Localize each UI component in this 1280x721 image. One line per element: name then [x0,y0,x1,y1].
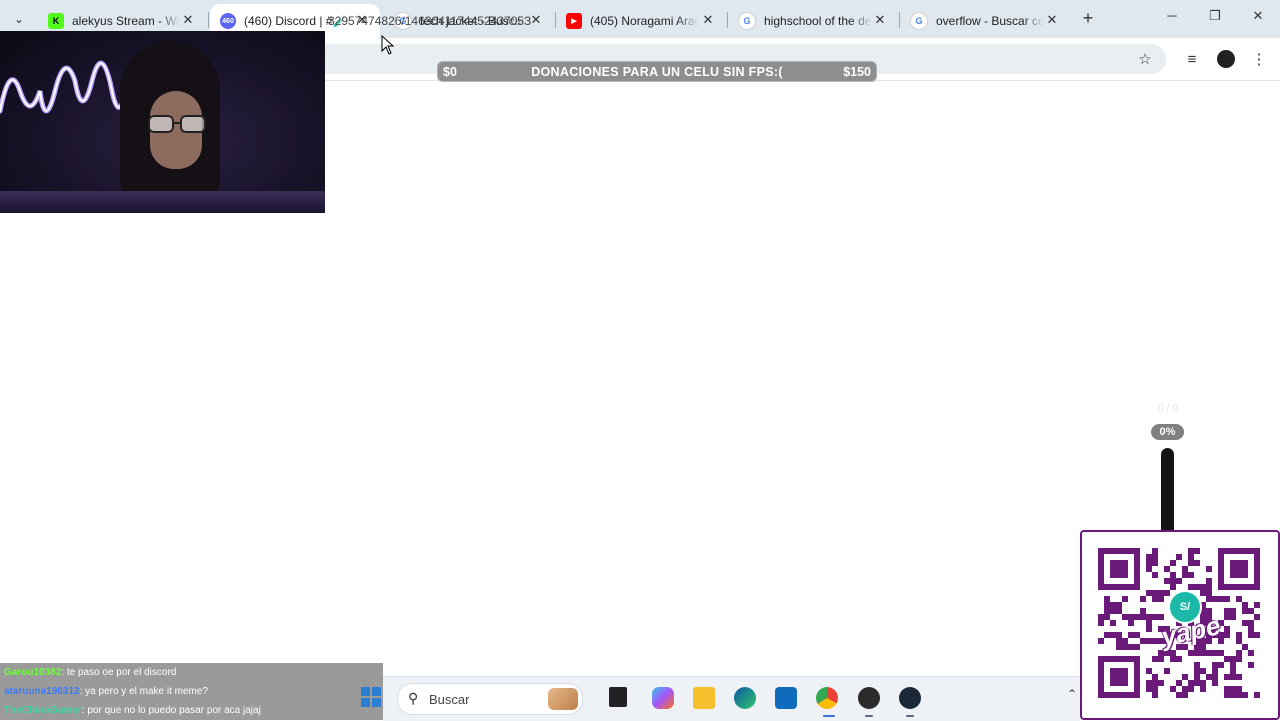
chat-username: TheChinoGamer [4,705,82,716]
search-placeholder: Buscar [429,692,470,707]
chrome-icon[interactable] [816,687,838,709]
tab-google-overflow[interactable]: G overflow - Buscar con ✕ [900,4,1070,38]
chat-username: Garou10382 [4,667,62,678]
chrome-running-indicator [823,715,835,717]
url-text[interactable]: 32957474826/146304117445243705З [328,14,531,28]
donation-label: DONACIONES PARA UN CELU SIN FPS:( [531,65,783,79]
task-view-icon[interactable] [609,687,627,707]
tab-title: (405) Noragami Arag [590,14,698,28]
goal-counter: 0 / 0 [1158,403,1178,414]
donation-goal-bar: $0 DONACIONES PARA UN CELU SIN FPS:( $15… [437,61,877,82]
tab-close-icon[interactable]: ✕ [180,12,196,28]
chat-message: ataruuna190312: ya pero y el make it mem… [0,682,383,701]
tab-title: highschool of the de [764,14,872,28]
google-icon: G [910,12,928,30]
bookmark-star-icon[interactable]: ☆ [1136,50,1154,68]
search-highlight-image [548,688,578,710]
chat-text: : por que no lo puedo pasar por aca jaja… [81,705,261,716]
steam-icon[interactable] [899,687,921,709]
tab-youtube-noragami[interactable]: ▶ (405) Noragami Arag ✕ [556,4,726,38]
yape-qr-card: S/ yape [1080,530,1280,720]
discord-icon: 460 [220,13,236,29]
tab-title: overflow - Buscar con [936,14,1044,28]
chat-overlay: Garou10382: te paso oe por el discord at… [0,663,383,720]
donation-max: $150 [843,65,871,79]
tab-close-icon[interactable]: ✕ [700,12,716,28]
windows-start-icon[interactable] [360,686,382,708]
google-icon: G [738,12,756,30]
chat-text: : ya pero y el make it meme? [79,686,208,697]
youtube-icon: ▶ [566,13,582,29]
file-explorer-icon[interactable] [693,687,715,709]
minimize-button[interactable]: ─ [1160,8,1184,28]
webcam-desk [0,191,325,213]
glasses-graphic [148,115,206,133]
tab-divider [208,12,209,28]
tab-close-icon[interactable]: ✕ [872,12,888,28]
search-icon: ⚲ [408,690,419,706]
media-controls-icon[interactable]: ≡ [1183,50,1201,68]
profile-avatar[interactable] [1217,50,1235,68]
kick-icon: K [48,13,64,29]
webcam-overlay [0,31,325,213]
outlook-icon[interactable] [775,687,797,709]
new-tab-button[interactable]: + [1079,9,1097,27]
goal-percent-badge: 0% [1151,424,1184,440]
copilot-icon[interactable] [652,687,674,709]
neon-sign-graphic [0,60,128,114]
tray-chevron-icon[interactable]: ⌃ [1067,687,1077,701]
chat-message: Garou10382: te paso oe por el discord [0,663,383,682]
tab-google-highschool[interactable]: G highschool of the de ✕ [728,4,898,38]
mouse-cursor-icon [381,35,395,55]
tab-search-button[interactable]: ⌄ [8,8,30,30]
browser-menu-icon[interactable]: ⋮ [1250,50,1268,68]
restore-button[interactable]: ❐ [1203,8,1227,28]
taskbar: ⚲ Buscar ⌃ [383,676,1080,721]
chat-text: : te paso oe por el discord [61,667,177,678]
obs-icon[interactable] [858,687,880,709]
chat-username: ataruuna190312 [4,686,80,697]
chat-message: TheChinoGamer: por que no lo puedo pasar… [0,701,383,720]
steam-running-indicator [906,715,914,717]
obs-running-indicator [865,715,873,717]
tab-title: alekyus Stream - Wat [72,14,180,28]
edge-icon[interactable] [734,687,756,709]
window-close-button[interactable]: ✕ [1246,8,1270,28]
goal-progress-bar [1161,448,1174,538]
taskbar-search[interactable]: ⚲ Buscar [397,683,583,715]
tab-close-icon[interactable]: ✕ [1044,12,1060,28]
